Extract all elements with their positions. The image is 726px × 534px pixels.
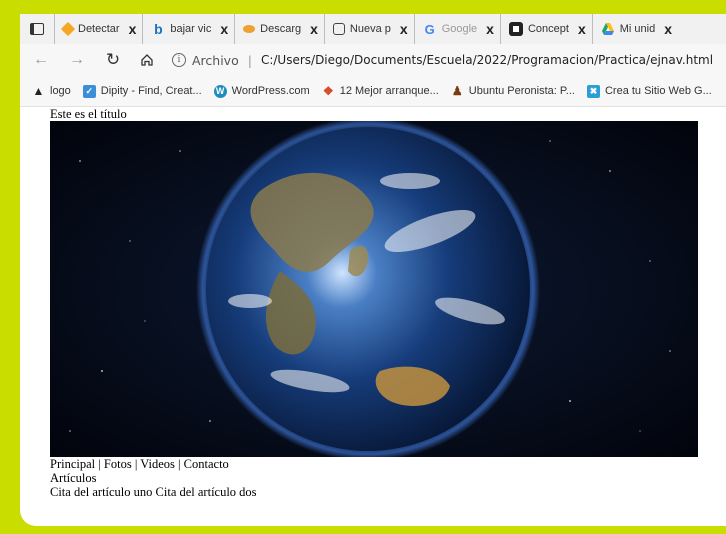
close-icon[interactable]: x (486, 21, 494, 37)
tab-descargas[interactable]: Descarg x (234, 14, 324, 44)
url-field[interactable]: i Archivo | C:/Users/Diego/Documents/Esc… (172, 53, 713, 68)
tab-actions-button[interactable] (20, 14, 54, 44)
nav-separator: | (131, 457, 141, 471)
earth-image (50, 121, 698, 457)
nav-link-contacto[interactable]: Contacto (184, 457, 229, 471)
bookmark-label: Ubuntu Peronista: P... (468, 85, 575, 97)
browser-window: Detectar x b bajar vic x Descarg x Nueva… (20, 14, 726, 526)
ubuntu-icon: ♟ (451, 84, 463, 98)
close-icon[interactable]: x (400, 21, 408, 37)
forward-button[interactable]: → (66, 49, 88, 71)
bookmarks-bar: ▲ logo ✓ Dipity - Find, Creat... W WordP… (20, 76, 726, 107)
tab-label: Detectar (78, 23, 120, 35)
close-icon[interactable]: x (310, 21, 318, 37)
diamond-icon (60, 21, 76, 37)
bookmark-label: Crea tu Sitio Web G... (604, 85, 712, 97)
sitebuilder-icon: ✖ (586, 84, 600, 98)
tab-label: Google (441, 23, 478, 35)
wordpress-icon: W (213, 84, 227, 98)
page-content: Este es el título Principal | Fotos | Vi… (50, 107, 726, 499)
close-icon[interactable]: x (664, 21, 672, 37)
tab-bajar-videos[interactable]: b bajar vic x (142, 14, 234, 44)
back-button[interactable]: ← (30, 49, 52, 71)
home-icon (141, 54, 153, 66)
info-icon: i (172, 53, 186, 67)
concept-icon (508, 22, 523, 36)
tab-label: Nueva p (349, 23, 391, 35)
tab-strip: Detectar x b bajar vic x Descarg x Nueva… (20, 14, 726, 44)
bookmark-crea-sitio[interactable]: ✖ Crea tu Sitio Web G... (586, 84, 712, 98)
bookmark-ubuntu-peronista[interactable]: ♟ Ubuntu Peronista: P... (451, 84, 575, 98)
tab-label: Concept (527, 23, 569, 35)
bookmark-logo[interactable]: ▲ logo (32, 84, 71, 98)
refresh-icon: ↻ (105, 50, 121, 69)
section-heading: Artículos (50, 471, 97, 485)
refresh-button[interactable]: ↻ (102, 49, 124, 71)
bookmark-dipity[interactable]: ✓ Dipity - Find, Creat... (82, 84, 202, 98)
tab-detectar[interactable]: Detectar x (54, 14, 142, 44)
tab-nueva-pagina[interactable]: Nueva p x (323, 14, 414, 44)
nav-link-principal[interactable]: Principal (50, 457, 95, 471)
address-bar: ← → ↻ i Archivo | C:/Users/Diego/Documen… (20, 44, 726, 76)
bookmark-mejor-arranque[interactable]: ❖ 12 Mejor arranque... (322, 84, 439, 98)
nav-separator: | (95, 457, 104, 471)
new-page-icon (332, 23, 345, 35)
arrow-left-icon: ← (33, 51, 49, 68)
main-nav: Principal | Fotos | Videos | Contacto (50, 457, 726, 471)
bookmark-red-icon: ❖ (322, 84, 334, 98)
bookmark-label: logo (50, 85, 71, 97)
tab-label: bajar vic (170, 23, 212, 35)
nav-link-fotos[interactable]: Fotos (104, 457, 132, 471)
bing-icon: b (154, 21, 163, 37)
bookmark-label: WordPress.com (231, 85, 310, 97)
tab-mi-unidad[interactable]: Mi unid x (591, 14, 678, 44)
quote-two: Cita del artículo dos (155, 485, 257, 499)
tab-label: Mi unid (619, 23, 656, 35)
page-title: Este es el título (50, 107, 127, 121)
quote-one: Cita del artículo uno (50, 485, 153, 499)
tab-google[interactable]: G Google x (413, 14, 500, 44)
download-icon (243, 25, 256, 33)
bookmark-label: Dipity - Find, Creat... (100, 85, 202, 97)
bookmark-label: 12 Mejor arranque... (339, 85, 439, 97)
dipity-icon: ✓ (82, 84, 96, 98)
url-text: C:/Users/Diego/Documents/Escuela/2022/Pr… (260, 53, 714, 67)
tab-label: Descarg (260, 23, 302, 35)
article-quotes: Cita del artículo uno Cita del artículo … (50, 485, 726, 499)
close-icon[interactable]: x (129, 21, 137, 37)
url-separator: | (247, 52, 252, 68)
arrow-right-icon: → (69, 51, 85, 68)
close-icon[interactable]: x (578, 21, 586, 37)
close-icon[interactable]: x (220, 21, 228, 37)
google-icon: G (424, 21, 435, 37)
security-label: Archivo (192, 52, 239, 68)
home-button[interactable] (136, 49, 158, 71)
nav-separator: | (174, 457, 184, 471)
nav-link-videos[interactable]: Videos (140, 457, 175, 471)
tab-concepto[interactable]: Concept x (499, 14, 592, 44)
tab-actions-icon (30, 23, 44, 35)
bookmark-wordpress[interactable]: W WordPress.com (213, 84, 310, 98)
drive-icon (601, 23, 614, 35)
logo-icon: ▲ (32, 84, 45, 98)
